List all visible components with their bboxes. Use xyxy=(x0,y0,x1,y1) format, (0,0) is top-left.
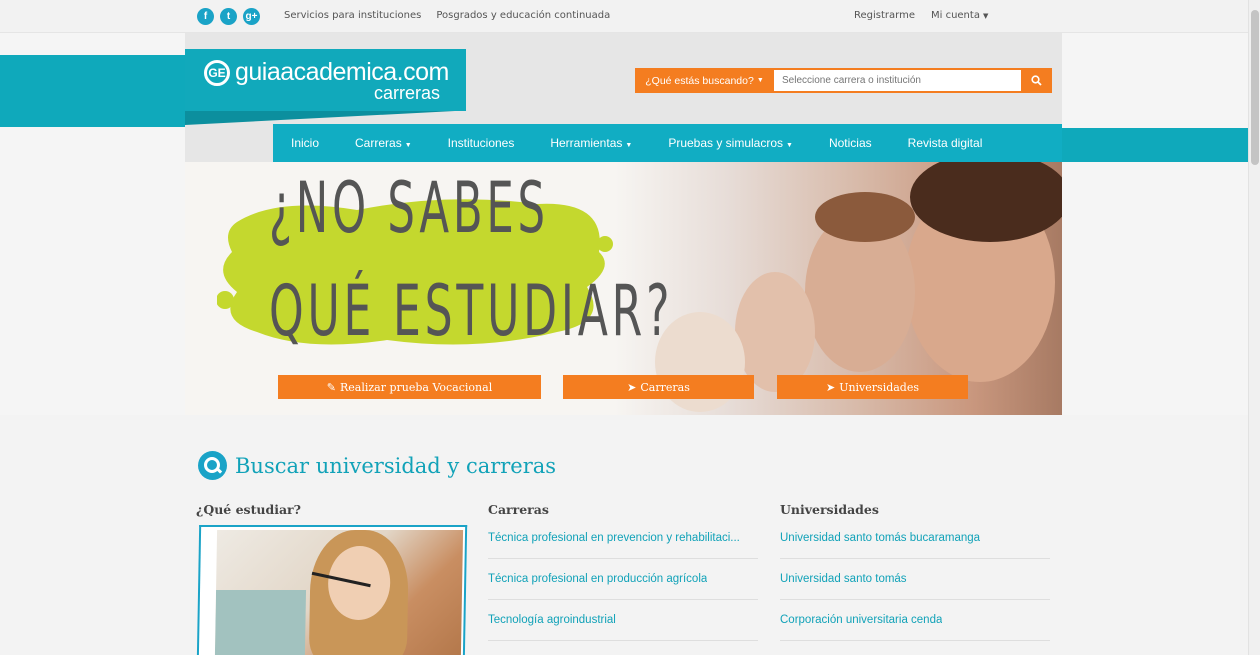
universities-list: Universidad santo tomás bucaramanga Univ… xyxy=(780,518,1050,641)
nav-pruebas-label: Pruebas y simulacros xyxy=(668,136,784,150)
header-band-right xyxy=(1062,128,1248,162)
universities-button-label: Universidades xyxy=(839,380,920,394)
paper-plane-icon: ➤ xyxy=(627,380,637,394)
list-item[interactable]: Universidad santo tomás xyxy=(780,559,1050,600)
vocational-test-label: Realizar prueba Vocacional xyxy=(339,380,493,394)
nav-carreras[interactable]: Carreras ▼ xyxy=(337,136,430,150)
postgraduate-link[interactable]: Posgrados y educación continuada xyxy=(436,10,610,21)
main-nav: Inicio Carreras ▼ Instituciones Herramien… xyxy=(273,124,1062,162)
nav-herramientas[interactable]: Herramientas ▼ xyxy=(532,136,650,150)
nav-carreras-label: Carreras xyxy=(355,136,402,150)
my-account-dropdown[interactable]: Mi cuenta ▼ xyxy=(931,10,988,21)
nav-noticias[interactable]: Noticias xyxy=(811,136,890,150)
search-bar: ¿Qué estás buscando? ▼ xyxy=(635,68,1052,93)
careers-heading: Carreras xyxy=(488,502,549,517)
universities-button[interactable]: ➤ Universidades xyxy=(777,375,968,399)
twitter-icon[interactable]: t xyxy=(220,8,237,25)
careers-list: Técnica profesional en prevencion y reha… xyxy=(488,518,758,641)
hero-headline-line2: QUÉ ESTUDIAR? xyxy=(269,270,674,352)
career-link[interactable]: Técnica profesional en prevencion y reha… xyxy=(488,532,740,544)
caret-down-icon: ▼ xyxy=(756,77,764,84)
site-header: GE guiaacademica.com carreras ¿Qué estás… xyxy=(185,33,1062,162)
google-plus-icon[interactable]: g+ xyxy=(243,8,260,25)
student-face-back xyxy=(735,272,815,392)
register-link[interactable]: Registrarme xyxy=(854,10,915,21)
top-links: Servicios para instituciones Posgrados y… xyxy=(284,10,610,21)
section-heading: Buscar universidad y carreras xyxy=(235,453,557,478)
nav-revista[interactable]: Revista digital xyxy=(890,136,1001,150)
student-hair-middle xyxy=(815,192,915,242)
search-section: Buscar universidad y carreras ¿Qué estud… xyxy=(0,415,1248,655)
logo-mark-icon: GE xyxy=(204,60,230,86)
universities-heading: Universidades xyxy=(780,502,879,517)
careers-button[interactable]: ➤ Carreras xyxy=(563,375,754,399)
facebook-icon[interactable]: f xyxy=(197,8,214,25)
hero-banner: ¿NO SABES QUÉ ESTUDIAR? ✎ Realizar prueba… xyxy=(185,162,1062,415)
list-item[interactable]: Corporación universitaria cenda xyxy=(780,600,1050,641)
list-item[interactable]: Técnica profesional en prevencion y reha… xyxy=(488,518,758,559)
list-item[interactable]: Técnica profesional en producción agríco… xyxy=(488,559,758,600)
nav-inicio[interactable]: Inicio xyxy=(273,136,337,150)
what-to-study-card[interactable] xyxy=(196,525,468,655)
site-logo[interactable]: GE guiaacademica.com carreras xyxy=(185,49,466,111)
search-icon xyxy=(1031,75,1042,86)
my-account-label: Mi cuenta xyxy=(930,10,980,21)
vocational-test-button[interactable]: ✎ Realizar prueba Vocacional xyxy=(278,375,541,399)
caret-down-icon: ▼ xyxy=(625,142,633,149)
hero-headline-line1: ¿NO SABES xyxy=(269,167,549,249)
search-input[interactable] xyxy=(774,68,1021,93)
caret-down-icon: ▼ xyxy=(786,142,793,149)
search-type-dropdown[interactable]: ¿Qué estás buscando? ▼ xyxy=(635,68,774,93)
page-scrollbar[interactable] xyxy=(1248,0,1260,655)
career-link[interactable]: Técnica profesional en producción agríco… xyxy=(488,573,707,585)
header-band-left xyxy=(0,55,186,127)
nav-instituciones[interactable]: Instituciones xyxy=(430,136,533,150)
university-link[interactable]: Corporación universitaria cenda xyxy=(780,614,942,626)
student-thinking-photo xyxy=(214,530,464,655)
careers-button-label: Carreras xyxy=(640,380,690,394)
university-link[interactable]: Universidad santo tomás xyxy=(780,573,907,585)
paper-plane-icon: ➤ xyxy=(825,380,836,394)
caret-down-icon: ▼ xyxy=(982,12,989,20)
logo-ribbon-fold xyxy=(185,111,455,125)
magnifier-icon xyxy=(198,451,227,480)
section-title: Buscar universidad y carreras xyxy=(198,451,556,480)
list-item[interactable]: Tecnología agroindustrial xyxy=(488,600,758,641)
top-utility-bar: f t g+ Servicios para instituciones Posg… xyxy=(0,0,1248,33)
photo-background-sofa xyxy=(214,590,307,655)
caret-down-icon: ▼ xyxy=(404,142,412,149)
search-type-label: ¿Qué estás buscando? xyxy=(645,74,754,87)
logo-subtitle: carreras xyxy=(373,83,440,103)
nav-pruebas[interactable]: Pruebas y simulacros ▼ xyxy=(650,136,811,150)
pencil-icon: ✎ xyxy=(326,380,336,394)
institution-services-link[interactable]: Servicios para instituciones xyxy=(284,10,421,21)
account-links: Registrarme Mi cuenta ▼ xyxy=(854,10,988,21)
list-item[interactable]: Universidad santo tomás bucaramanga xyxy=(780,518,1050,559)
social-links: f t g+ xyxy=(197,8,260,25)
nav-herramientas-label: Herramientas xyxy=(550,136,623,150)
university-link[interactable]: Universidad santo tomás bucaramanga xyxy=(780,532,980,544)
what-to-study-heading: ¿Qué estudiar? xyxy=(196,502,301,517)
scrollbar-thumb[interactable] xyxy=(1251,10,1259,165)
career-link[interactable]: Tecnología agroindustrial xyxy=(488,614,616,626)
search-button[interactable] xyxy=(1021,68,1052,93)
